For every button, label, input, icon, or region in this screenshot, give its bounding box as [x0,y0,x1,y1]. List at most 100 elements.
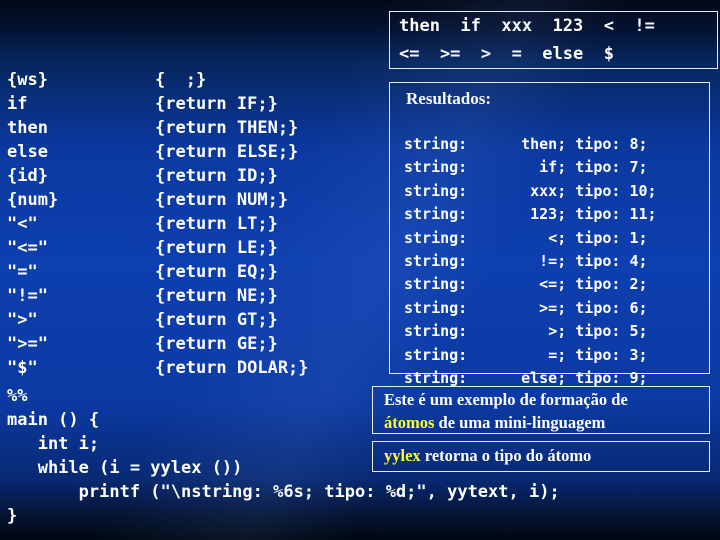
result-tipo-label: tipo: [575,368,621,387]
result-lexeme: < [548,228,558,247]
lex-rule-row: "!=" {return NE;} [7,284,309,308]
result-tipo-value: 7; [620,158,648,177]
results-title: Resultados: [406,89,492,108]
lex-rule-action: {return IF;} [155,94,278,114]
result-tipo-value: 3; [620,345,648,364]
result-tipo-label: tipo: [575,135,621,153]
lex-rule-pattern: then [7,118,48,138]
lex-rule-row: if {return IF;} [7,92,309,116]
result-lexeme: 123 [530,205,558,224]
lex-rule-row: ">=" {return GE;} [7,332,309,356]
result-row: string: >; tipo: 5; [404,320,657,343]
caption-highlight-yylex: yylex [384,446,421,465]
lex-rule-row: {ws} { ;} [7,68,309,92]
lex-rule-pattern: else [7,142,48,162]
result-tipo-label: tipo: [575,275,621,294]
result-row: string: then; tipo: 8; [404,133,657,156]
slide-canvas: then if xxx 123 < != <= >= > = else $ {w… [0,0,720,540]
result-separator: ; [557,251,576,270]
lex-rule-action: {return EQ;} [155,262,278,282]
lex-rule-action: {return NUM;} [155,190,289,210]
result-tipo-label: tipo: [575,228,621,247]
result-tipo-value: 5; [620,322,648,341]
result-tipo-value: 11; [620,205,657,224]
result-string-label: string: [404,345,468,364]
result-lexeme: != [539,251,558,270]
result-lexeme: xxx [530,181,558,200]
result-separator: ; [557,298,576,317]
result-string-label: string: [404,251,468,270]
lex-rule-action: {return GT;} [155,310,278,330]
result-row: string: xxx; tipo: 10; [404,180,657,203]
result-tipo-label: tipo: [575,181,621,200]
result-tipo-label: tipo: [575,158,621,177]
lex-rules-listing: {ws} { ;} if {return IF;} then {return THEN;}… [7,68,309,380]
caption-box-yylex: yylex retorna o tipo do átomo [372,441,710,472]
result-string-label: string: [404,275,468,294]
caption-yylex-rest: retorna o tipo do átomo [420,446,592,465]
result-separator: ; [557,135,576,153]
lex-rule-pattern: "=" [7,262,38,282]
lex-rule-row: ">" {return GT;} [7,308,309,332]
result-lexeme: >= [539,298,558,317]
lex-rule-action: {return THEN;} [155,118,299,138]
token-stream-box: then if xxx 123 < != <= >= > = else $ [389,11,718,69]
result-tipo-value: 10; [620,181,657,200]
lex-rule-row: "$" {return DOLAR;} [7,356,309,380]
lex-rule-action: {return DOLAR;} [155,358,309,378]
result-separator: ; [557,322,576,341]
result-tipo-value: 8; [620,135,648,153]
result-separator: ; [557,181,576,200]
caption-line-2-rest: de uma mini-linguagem [434,413,606,432]
token-stream-line-1: then if xxx 123 < != [399,16,655,36]
result-separator: ; [557,345,576,364]
result-lexeme: if [539,158,558,177]
lex-rule-action: {return GE;} [155,334,278,354]
result-separator: ; [557,368,576,387]
result-lexeme: > [548,322,558,341]
lex-rule-row: else {return ELSE;} [7,140,309,164]
result-lexeme: <= [539,275,558,294]
result-string-label: string: [404,158,468,177]
result-string-label: string: [404,322,468,341]
caption-line-2: átomos de uma mini-linguagem [384,411,709,434]
result-separator: ; [557,158,576,177]
lex-rule-action: { ;} [155,70,207,90]
lex-rule-action: {return LE;} [155,238,278,258]
lex-rule-row: {num} {return NUM;} [7,188,309,212]
result-separator: ; [557,205,576,224]
result-separator: ; [557,228,576,247]
lex-rule-row: "=" {return EQ;} [7,260,309,284]
lex-rule-action: {return LT;} [155,214,278,234]
result-row: string: 123; tipo: 11; [404,203,657,226]
lex-rule-pattern: {num} [7,190,59,210]
result-tipo-label: tipo: [575,322,621,341]
lex-rule-action: {return NE;} [155,286,278,306]
caption-highlight-atomos: átomos [384,413,435,432]
result-string-label: string: [404,298,468,317]
lex-rule-pattern: {id} [7,166,48,186]
lex-rule-pattern: {ws} [7,70,48,90]
result-row: string: <=; tipo: 2; [404,273,657,296]
lex-main-code-line: printf ("\nstring: %6s; tipo: %d;", yyte… [7,482,560,502]
result-tipo-label: tipo: [575,251,621,270]
result-tipo-label: tipo: [575,345,621,364]
lex-rule-pattern: "<=" [7,238,48,258]
results-panel: Resultados: string: then; tipo: 8; string:… [389,82,710,387]
result-tipo-label: tipo: [575,205,621,224]
lex-rule-pattern: "$" [7,358,38,378]
result-tipo-value: 1; [620,228,648,247]
lex-main-code-line: } [7,506,18,526]
result-tipo-value: 6; [620,298,648,317]
result-row: string: if; tipo: 7; [404,156,657,179]
result-string-label: string: [404,228,468,247]
lex-rule-action: {return ID;} [155,166,278,186]
lex-rule-pattern: ">" [7,310,38,330]
token-stream-line-2: <= >= > = else $ [399,44,614,64]
lex-rule-pattern: "!=" [7,286,48,306]
result-string-label: string: [404,135,468,153]
caption-line-1: Este é um exemplo de formação de [384,390,628,409]
caption-box-atoms: Este é um exemplo de formação de átomos … [372,386,710,434]
result-lexeme: then [521,135,558,153]
result-row: string: !=; tipo: 4; [404,250,657,273]
